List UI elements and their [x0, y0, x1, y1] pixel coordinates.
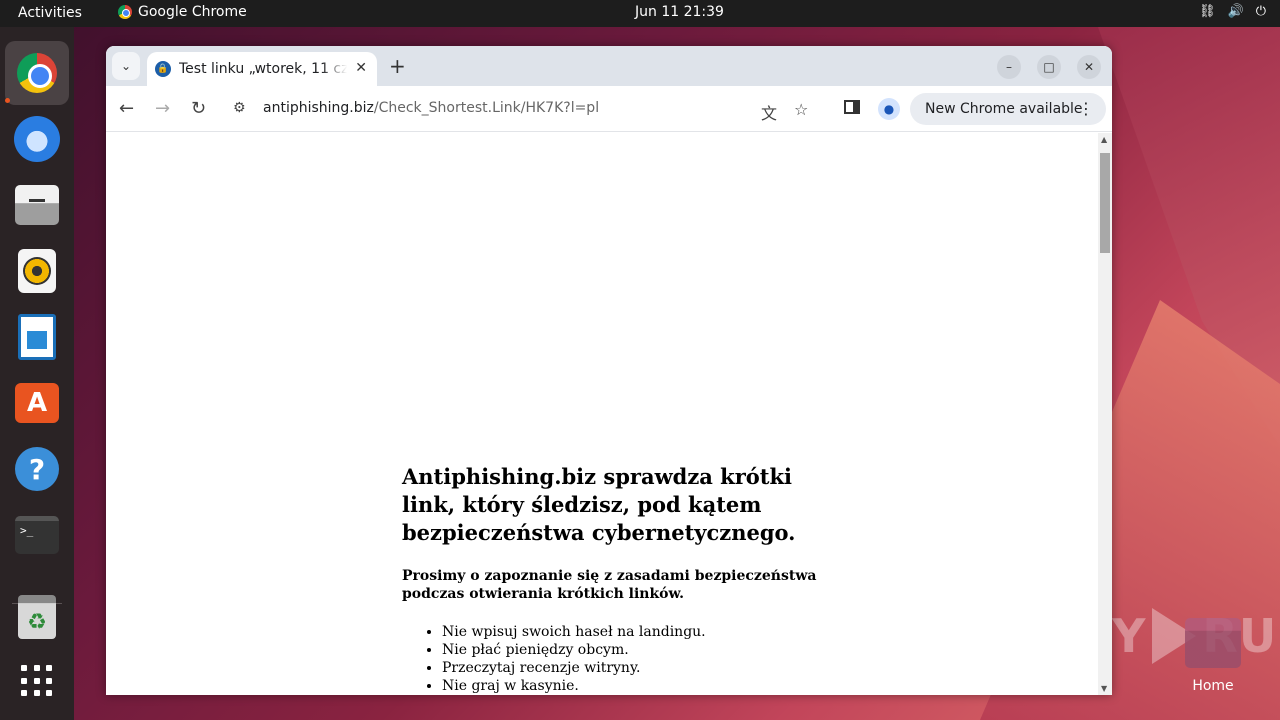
dock-files[interactable]	[13, 181, 61, 229]
chrome-icon	[118, 5, 132, 19]
dock-help[interactable]: ?	[13, 445, 61, 493]
chevron-down-icon: ⌄	[120, 59, 132, 73]
system-tray[interactable]: ⛓ 🔊 ⏻	[1199, 4, 1266, 19]
app-grid-icon	[21, 665, 53, 697]
app-center-icon: A	[15, 383, 59, 423]
close-icon[interactable]: ✕	[355, 60, 367, 76]
clock[interactable]: Jun 11 21:39	[635, 4, 724, 20]
power-icon: ⏻	[1255, 4, 1266, 19]
browser-window: ⌄ 🔒 Test linku „wtorek, 11 czerwca ✕ + –…	[106, 46, 1112, 695]
page-subheading: Prosimy o zapoznanie się z zasadami bezp…	[402, 568, 817, 602]
scroll-up-icon[interactable]: ▲	[1101, 135, 1107, 144]
lock-favicon-icon: 🔒	[155, 61, 171, 77]
menu-dots-icon[interactable]: ⋮	[1078, 99, 1094, 118]
rules-list: Nie wpisuj swoich haseł na landingu. Nie…	[442, 623, 822, 695]
update-chrome-button[interactable]: New Chrome available ⋮	[910, 93, 1106, 125]
list-item: Nie płać pieniędzy obcym.	[442, 641, 822, 659]
page-heading: Antiphishing.biz sprawdza krótki link, k…	[402, 464, 796, 545]
star-icon[interactable]: ☆	[794, 100, 808, 119]
dock: A ? >_ ♻	[0, 27, 74, 720]
activities-button[interactable]: Activities	[18, 5, 82, 21]
terminal-icon: >_	[15, 516, 59, 554]
tab-active[interactable]: 🔒 Test linku „wtorek, 11 czerwca ✕	[147, 52, 377, 86]
app-menu[interactable]: Google Chrome	[118, 4, 247, 20]
show-apps-button[interactable]	[13, 657, 61, 705]
desktop-home[interactable]: Home	[1180, 618, 1246, 694]
rhythmbox-icon	[18, 249, 56, 293]
list-item: Nie graj w kasynie.	[442, 677, 822, 695]
top-bar: Activities Google Chrome Jun 11 21:39 ⛓ …	[0, 0, 1280, 27]
dock-chrome[interactable]	[5, 41, 69, 105]
scroll-down-icon[interactable]: ▼	[1101, 684, 1107, 693]
dock-terminal[interactable]: >_	[13, 511, 61, 559]
thunderbird-icon	[14, 116, 60, 162]
help-icon: ?	[15, 447, 59, 491]
chrome-icon	[17, 53, 57, 93]
volume-icon: 🔊	[1227, 4, 1244, 19]
profile-icon[interactable]: ●	[878, 98, 900, 120]
translate-icon[interactable]: 文	[761, 100, 777, 124]
home-label: Home	[1192, 678, 1234, 694]
scrollbar[interactable]: ▲ ▼	[1098, 133, 1112, 695]
scroll-thumb[interactable]	[1100, 153, 1110, 253]
writer-icon	[18, 314, 56, 360]
list-item: Przeczytaj recenzje witryny.	[442, 659, 822, 677]
forward-button[interactable]: →	[155, 98, 170, 119]
network-icon: ⛓	[1199, 4, 1216, 19]
dock-thunderbird[interactable]	[13, 115, 61, 163]
reload-button[interactable]: ↻	[191, 98, 206, 119]
new-tab-button[interactable]: +	[389, 54, 406, 78]
list-item: Nie wpisuj swoich haseł na landingu.	[442, 623, 822, 641]
minimize-button[interactable]: –	[997, 55, 1021, 79]
maximize-button[interactable]: □	[1037, 55, 1061, 79]
home-folder-icon	[1185, 618, 1241, 668]
dock-trash[interactable]: ♻	[13, 593, 61, 641]
update-label: New Chrome available	[925, 101, 1083, 117]
page-content: Antiphishing.biz sprawdza krótki link, k…	[402, 463, 822, 695]
site-info-icon[interactable]: ⚙	[233, 100, 246, 116]
dock-rhythmbox[interactable]	[13, 247, 61, 295]
dock-writer[interactable]	[13, 313, 61, 361]
running-indicator	[5, 98, 10, 103]
app-menu-label: Google Chrome	[138, 4, 247, 20]
trash-icon: ♻	[18, 595, 56, 639]
files-icon	[15, 185, 59, 225]
tab-bar: ⌄ 🔒 Test linku „wtorek, 11 czerwca ✕ + –…	[106, 46, 1112, 86]
back-button[interactable]: ←	[119, 98, 134, 119]
tab-title: Test linku „wtorek, 11 czerwca	[179, 61, 347, 77]
side-panel-button[interactable]	[844, 100, 860, 114]
url-text[interactable]: antiphishing.biz/Check_Shortest.Link/HK7…	[263, 100, 599, 116]
tab-search-button[interactable]: ⌄	[112, 52, 140, 80]
dock-app-center[interactable]: A	[13, 379, 61, 427]
address-bar[interactable]: ⚙ antiphishing.biz/Check_Shortest.Link/H…	[223, 92, 823, 126]
toolbar: ← → ↻ ⚙ antiphishing.biz/Check_Shortest.…	[106, 86, 1112, 132]
close-window-button[interactable]: ✕	[1077, 55, 1101, 79]
page-viewport: Antiphishing.biz sprawdza krótki link, k…	[106, 133, 1098, 695]
